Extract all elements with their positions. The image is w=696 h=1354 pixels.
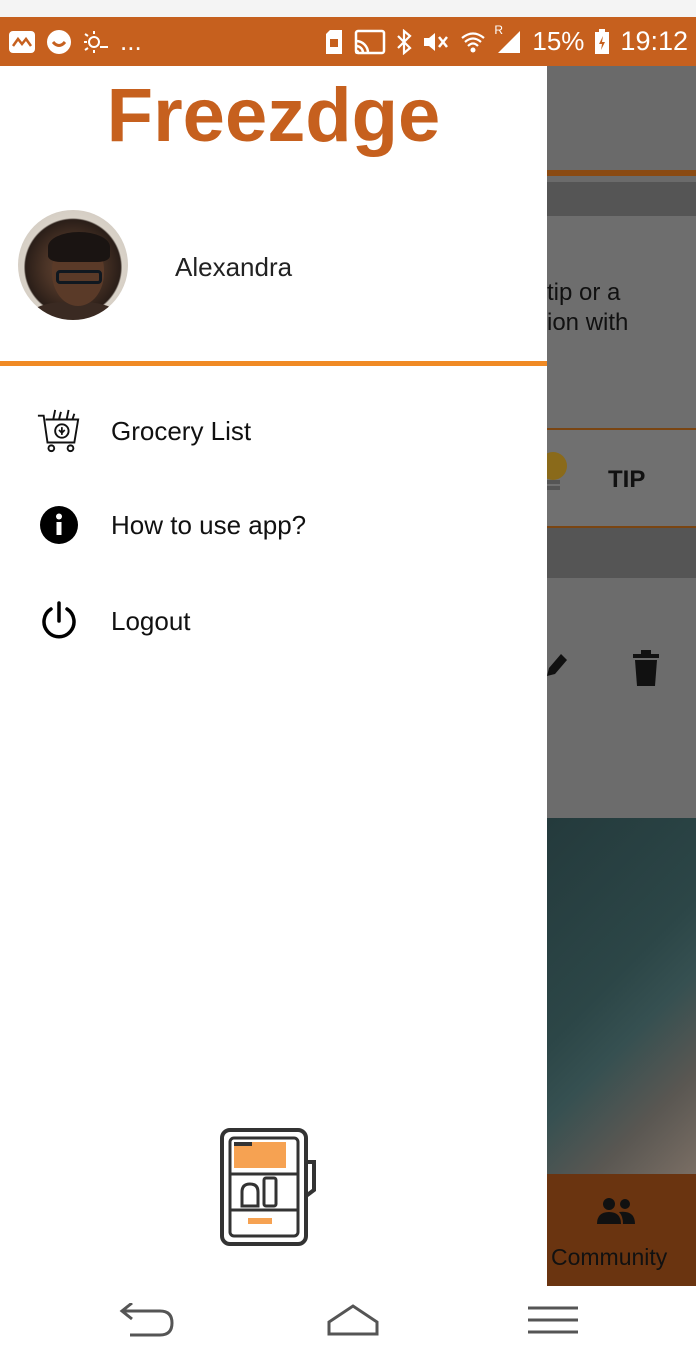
bg-card-2 [547,578,696,818]
bg-tip-label: TIP [608,466,646,493]
power-icon [36,597,82,645]
header-divider [0,361,547,366]
avatar-glasses [56,270,102,284]
trash-icon [631,650,661,691]
top-strip [0,0,696,17]
sim-icon [324,29,344,54]
battery-icon [594,28,610,55]
signal-icon: R [494,23,522,55]
status-bar: ... R 15% 19:12 [0,17,696,66]
bg-header [547,66,696,172]
bg-card-text: tip or a ion with [547,279,629,336]
brand-title: Freezdge [106,73,441,158]
menu-item-how-to-use[interactable]: How to use app? [0,490,547,560]
signal-label: R [494,22,504,37]
background-app-scrim[interactable]: tip or a ion with TIP Community [547,66,696,1286]
menu-label-grocery-list: Grocery List [111,415,252,446]
info-icon [36,501,82,549]
bluetooth-icon [396,28,413,55]
app-icon [8,30,36,54]
vibrate-icon [422,29,450,55]
bg-section-band [547,182,696,216]
home-icon[interactable] [318,1300,388,1340]
avatar-hair [48,232,110,262]
system-nav-bar [0,1286,696,1354]
fridge-icon [218,1126,322,1248]
battery-percent: 15% [532,26,585,56]
cast-icon [354,29,386,55]
status-left: ... [8,26,142,57]
lightbulb-icon [547,450,571,498]
bg-community-label: Community [551,1244,668,1270]
grocery-cart-icon [36,407,82,455]
menu-item-grocery-list[interactable]: Grocery List [0,396,547,466]
menu-label-how-to-use: How to use app? [111,509,307,540]
edit-icon [547,650,569,685]
weather-icon [82,29,110,55]
back-icon[interactable] [110,1300,180,1340]
smiley-icon [46,29,72,55]
community-icon [595,1196,637,1231]
status-time: 19:12 [620,26,688,56]
status-overflow: ... [120,26,142,56]
bg-photo [547,818,696,1174]
bg-bottom-nav: Community [547,1174,696,1286]
wifi-icon [460,29,486,55]
user-name: Alexandra [175,252,293,282]
bg-section-band-2 [547,528,696,578]
avatar[interactable] [18,210,128,320]
recent-apps-icon[interactable] [518,1300,588,1340]
navigation-drawer: Freezdge Alexandra Grocery List How to u… [0,66,547,1286]
status-right: R 15% 19:12 [324,23,688,57]
bg-accent-line [547,170,696,176]
menu-item-logout[interactable]: Logout [0,586,547,656]
menu-label-logout: Logout [111,605,191,636]
